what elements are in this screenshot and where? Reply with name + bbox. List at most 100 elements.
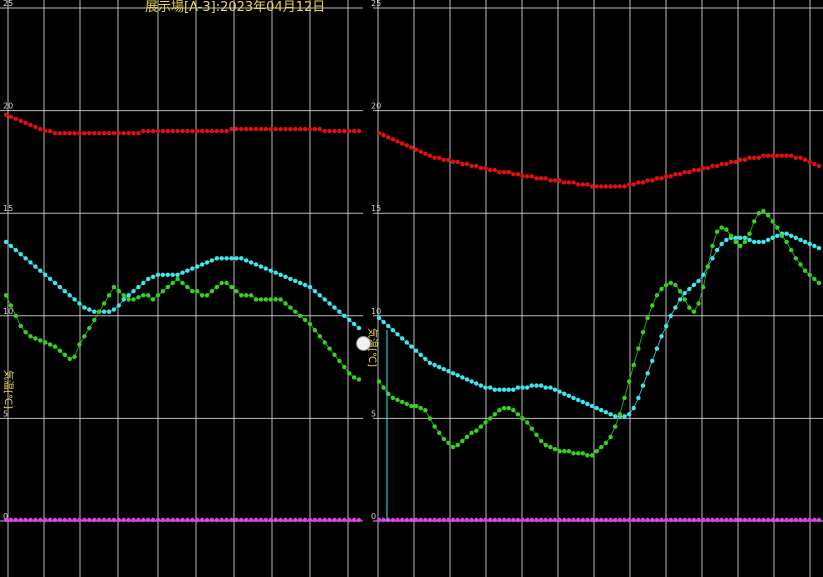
data-point	[497, 170, 502, 175]
data-point	[807, 159, 812, 165]
data-point	[650, 178, 655, 183]
data-point	[501, 170, 507, 175]
data-point	[455, 517, 460, 523]
data-point	[195, 264, 200, 269]
data-point	[87, 307, 92, 312]
panel-divider-handle[interactable]	[356, 336, 371, 351]
data-point	[742, 239, 748, 245]
data-point	[483, 165, 488, 171]
data-point	[450, 444, 456, 450]
data-point	[312, 289, 318, 294]
data-point	[460, 375, 465, 380]
data-point	[478, 517, 484, 523]
data-point	[668, 313, 673, 318]
data-point	[224, 517, 229, 523]
data-point	[710, 243, 715, 249]
data-point	[775, 517, 780, 523]
data-point	[141, 517, 146, 523]
data-point	[395, 517, 400, 523]
data-point	[432, 362, 437, 368]
data-point	[747, 231, 752, 236]
data-point	[307, 321, 313, 327]
data-point	[67, 356, 72, 362]
data-point	[798, 155, 803, 160]
data-point	[409, 145, 414, 150]
data-point	[342, 313, 347, 318]
data-point	[534, 432, 539, 437]
data-point	[293, 309, 298, 314]
data-point	[654, 293, 660, 298]
data-point	[710, 163, 715, 169]
data-point	[219, 280, 224, 286]
data-point	[770, 219, 775, 224]
data-point	[752, 517, 757, 523]
data-point	[515, 517, 521, 523]
data-point	[802, 517, 808, 523]
data-point	[617, 517, 622, 523]
data-point	[418, 149, 423, 154]
data-point	[437, 517, 442, 523]
data-point	[175, 276, 180, 282]
data-point	[28, 122, 33, 128]
data-point	[214, 517, 219, 523]
data-point	[464, 434, 470, 440]
data-point	[701, 284, 706, 290]
data-point	[733, 239, 738, 245]
data-point	[557, 449, 562, 454]
data-point	[199, 293, 205, 298]
data-point	[441, 157, 446, 162]
data-point	[779, 517, 785, 523]
data-point	[548, 444, 553, 450]
data-point	[631, 362, 636, 368]
data-point	[673, 517, 678, 523]
data-point	[155, 128, 161, 134]
data-point	[423, 408, 428, 413]
data-point	[13, 517, 18, 523]
data-point	[668, 517, 673, 523]
data-point	[356, 325, 362, 331]
data-point	[793, 256, 798, 261]
data-point	[82, 334, 87, 339]
data-point	[761, 208, 766, 214]
data-point	[548, 178, 553, 183]
data-point	[793, 517, 798, 523]
data-point	[636, 180, 641, 185]
data-point	[332, 517, 337, 523]
data-point	[543, 176, 548, 181]
data-point	[214, 128, 219, 134]
data-point	[283, 274, 288, 279]
data-point	[317, 517, 322, 523]
data-point	[738, 243, 743, 249]
data-point	[775, 225, 780, 230]
y-axis-label-left: 気温[℃]	[2, 370, 13, 410]
data-point	[696, 301, 701, 306]
data-point	[687, 305, 692, 310]
data-point	[298, 126, 303, 132]
data-point	[761, 517, 766, 523]
data-point	[529, 517, 534, 523]
data-point	[469, 379, 474, 384]
data-point	[244, 293, 249, 298]
data-point	[150, 128, 156, 134]
data-point	[446, 369, 451, 374]
data-point	[682, 170, 687, 175]
data-point	[511, 387, 516, 392]
data-point	[214, 256, 219, 261]
data-point	[82, 517, 87, 523]
data-point	[756, 239, 761, 245]
data-point	[400, 336, 405, 341]
data-point	[779, 233, 785, 238]
data-point	[710, 256, 715, 261]
data-point	[199, 128, 205, 134]
data-point	[450, 159, 456, 165]
data-point	[488, 385, 493, 390]
data-point	[779, 153, 785, 158]
data-point	[599, 517, 604, 523]
data-point	[687, 517, 692, 523]
data-point	[682, 297, 687, 302]
data-point	[719, 241, 724, 247]
data-point	[645, 517, 650, 523]
data-point	[557, 517, 562, 523]
data-point	[273, 517, 278, 523]
data-point	[67, 517, 72, 523]
